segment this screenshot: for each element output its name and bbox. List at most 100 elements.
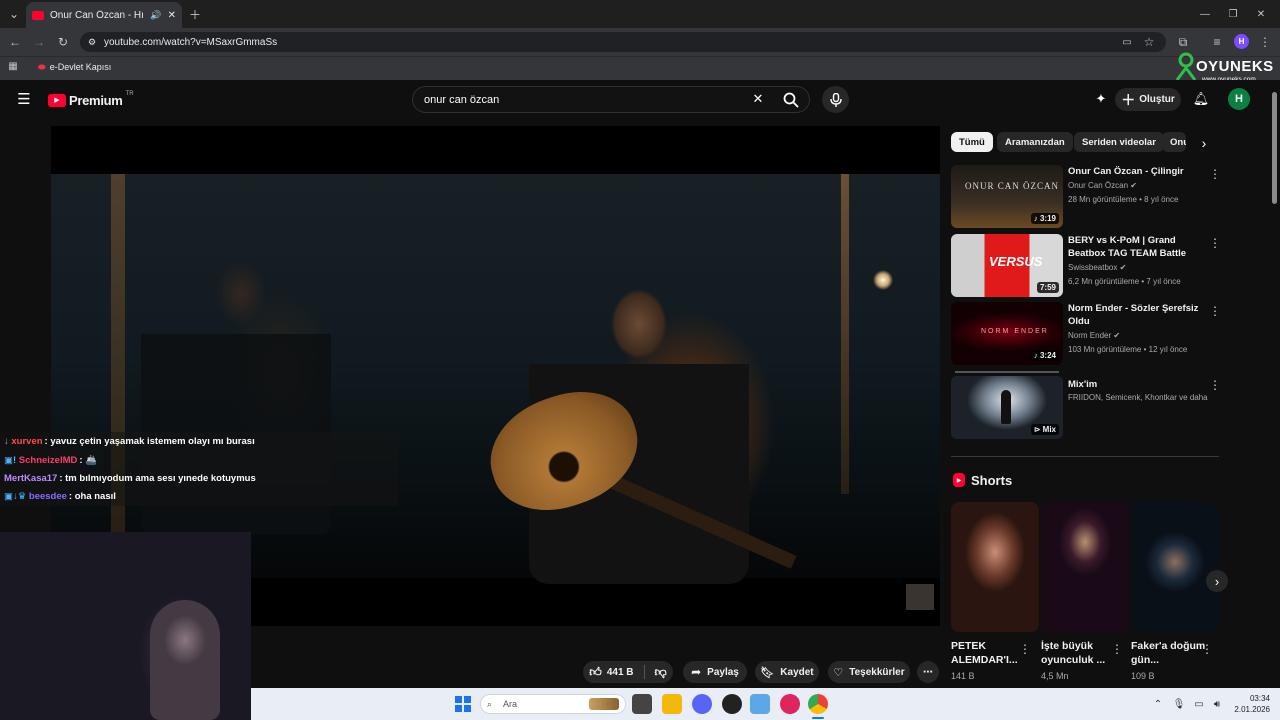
more-actions-button[interactable]: ⋯	[917, 661, 939, 683]
thumbs-down-icon[interactable]: 👎︎	[655, 665, 667, 680]
forward-icon[interactable]: →	[32, 34, 46, 50]
sparkle-icon[interactable]: ✦	[1092, 90, 1110, 108]
chip-onur[interactable]: Onur	[1162, 132, 1186, 152]
file-explorer-icon[interactable]	[662, 694, 682, 714]
chrome-taskbar-icon[interactable]	[808, 694, 828, 714]
shorts-next-button[interactable]: ›	[1206, 570, 1228, 592]
short-menu-icon[interactable]: ⋮	[1019, 641, 1031, 657]
thumbs-up-icon: 👍︎	[589, 664, 602, 679]
profile-avatar[interactable]: H	[1234, 34, 1249, 49]
video-thumbnail[interactable]: VERSUS 7:59	[951, 234, 1063, 297]
network-icon[interactable]: ▭	[1192, 696, 1206, 712]
duration-badge: ⊳ Mix	[1030, 424, 1059, 435]
plus-icon: ＋	[1121, 91, 1136, 108]
related-video[interactable]: NORM ENDER ♪ 3:24 Norm Ender - Sözler Şe…	[951, 302, 1221, 366]
start-tile	[464, 705, 471, 712]
save-button[interactable]: 🔖︎ Kaydet	[755, 661, 819, 683]
video-menu-icon[interactable]: ⋮	[1209, 167, 1221, 181]
chip-series[interactable]: Seriden videolar	[1074, 132, 1164, 152]
apps-grid-icon[interactable]: ▦	[6, 59, 20, 73]
extensions-icon[interactable]: ⧉	[1176, 34, 1190, 50]
video-thumbnail[interactable]: NORM ENDER ♪ 3:24	[951, 302, 1063, 365]
cast-icon[interactable]: ▭	[1120, 34, 1134, 50]
volume-icon[interactable]: 🔊︎	[1210, 696, 1224, 712]
channel-watermark-thumb[interactable]	[906, 584, 934, 610]
clock-date: 2.01.2026	[1234, 705, 1270, 714]
chips-next-icon[interactable]: ›	[1196, 134, 1212, 152]
short-title[interactable]: İşte büyük oyunculuk ...	[1041, 639, 1119, 667]
channel-name[interactable]: Onur Can Özcan ✔︎	[1068, 181, 1137, 190]
video-thumbnail[interactable]: ⊳ Mix	[951, 376, 1063, 439]
site-info-icon[interactable]: ⚙	[88, 37, 96, 48]
mix-stack-edge	[955, 371, 1059, 373]
video-thumbnail[interactable]: ONUR CAN ÖZCAN ♪ 3:19	[951, 165, 1063, 228]
tab-close-icon[interactable]: ✕	[168, 10, 176, 21]
app-icon[interactable]	[750, 694, 770, 714]
short-thumbnail[interactable]	[1041, 502, 1129, 632]
chip-from-search[interactable]: Aramanızdan	[997, 132, 1073, 152]
like-button[interactable]: 👍︎ 441 B	[589, 665, 633, 680]
windows-start-icon[interactable]	[455, 696, 471, 712]
section-divider	[951, 456, 1219, 457]
thanks-button[interactable]: ♡ Teşekkürler	[828, 661, 910, 683]
short-menu-icon[interactable]: ⋮	[1201, 641, 1213, 657]
address-bar[interactable]: ⚙ youtube.com/watch?v=MSaxrGmmaSs	[80, 32, 1166, 52]
reload-icon[interactable]: ↻	[56, 34, 70, 50]
tab-search-chevron-icon[interactable]: ⌄	[6, 6, 22, 22]
chat-line: ↓ xurven: yavuz çetin yaşamak istemem ol…	[4, 436, 255, 447]
video-title[interactable]: Norm Ender - Sözler Şerefsiz Oldu	[1068, 302, 1206, 328]
hamburger-menu-icon[interactable]: ☰	[16, 90, 32, 108]
reading-list-icon[interactable]: ≡	[1210, 34, 1224, 50]
channel-name[interactable]: Norm Ender ✔︎	[1068, 331, 1120, 340]
clear-search-icon[interactable]: ✕	[750, 90, 766, 108]
bookmark-edevlet[interactable]: ⬬ e-Devlet Kapısı	[38, 60, 111, 74]
verified-icon: ✔︎	[1119, 263, 1127, 272]
related-video[interactable]: ONUR CAN ÖZCAN ♪ 3:19 Onur Can Özcan - Ç…	[951, 165, 1221, 229]
youtube-logo[interactable]: ▶ Premium TR	[48, 91, 134, 109]
voice-search-button[interactable]	[822, 86, 849, 113]
tray-mic-icon[interactable]: 🎙︎	[1172, 696, 1186, 712]
create-button[interactable]: ＋ Oluştur	[1115, 88, 1181, 111]
video-menu-icon[interactable]: ⋮	[1209, 304, 1221, 318]
restore-icon[interactable]: ❐	[1226, 6, 1240, 22]
speaker-icon[interactable]: 🔊	[150, 10, 161, 21]
short-title[interactable]: PETEK ALEMDAR'I...	[951, 639, 1029, 667]
search-value: onur can özcan	[424, 93, 500, 106]
close-window-icon[interactable]: ✕	[1254, 6, 1268, 22]
browser-tab[interactable]: Onur Can Özcan - Hırka - YouTube 🔊 ✕	[26, 2, 182, 28]
notifications-bell-icon[interactable]: 🔔︎	[1192, 90, 1210, 108]
new-tab-icon[interactable]: ＋	[188, 6, 202, 22]
browser-menu-icon[interactable]: ⋮	[1258, 34, 1272, 50]
verified-icon: ✔︎	[1113, 331, 1121, 340]
task-view-icon[interactable]	[632, 694, 652, 714]
chip-all[interactable]: Tümü	[951, 132, 993, 152]
taskbar-clock[interactable]: 03:34 2.01.2026	[1226, 693, 1270, 715]
mix-icon: ⊳	[1033, 425, 1041, 434]
app-icon[interactable]	[722, 694, 742, 714]
related-video[interactable]: VERSUS 7:59 BERY vs K-PoM | Grand Beatbo…	[951, 234, 1221, 298]
video-title[interactable]: Onur Can Özcan - Çilingir	[1068, 165, 1206, 178]
share-button[interactable]: ➦ Paylaş	[683, 661, 747, 683]
short-thumbnail[interactable]	[951, 502, 1039, 632]
search-button[interactable]	[772, 86, 810, 113]
video-title[interactable]: BERY vs K-PoM | Grand Beatbox TAG TEAM B…	[1068, 234, 1206, 260]
short-title[interactable]: Faker'a doğum gün...	[1131, 639, 1209, 667]
bookmark-star-icon[interactable]: ☆	[1142, 34, 1156, 50]
tray-overflow-icon[interactable]: ⌃	[1152, 696, 1164, 712]
discord-icon[interactable]	[692, 694, 712, 714]
video-menu-icon[interactable]: ⋮	[1209, 236, 1221, 250]
page-scrollbar[interactable]	[1272, 92, 1277, 204]
short-thumbnail[interactable]	[1131, 502, 1219, 632]
mix-playlist[interactable]: ⊳ Mix Mix'im FRIIDON, Semicenk, Khontkar…	[951, 376, 1221, 440]
thumb-figure	[1001, 390, 1011, 424]
video-menu-icon[interactable]: ⋮	[1209, 378, 1221, 392]
channel-name[interactable]: Swissbeatbox ✔︎	[1068, 263, 1126, 272]
taskbar-search[interactable]: ⌕ Ara	[480, 694, 626, 714]
back-icon[interactable]: ←	[8, 34, 22, 50]
account-avatar[interactable]: H	[1228, 88, 1250, 110]
minimize-icon[interactable]: —	[1198, 6, 1212, 22]
short-menu-icon[interactable]: ⋮	[1111, 641, 1123, 657]
like-dislike-group: 👍︎ 441 B 👎︎	[583, 661, 673, 683]
video-title[interactable]: Mix'im	[1068, 378, 1206, 391]
media-player-icon[interactable]	[780, 694, 800, 714]
